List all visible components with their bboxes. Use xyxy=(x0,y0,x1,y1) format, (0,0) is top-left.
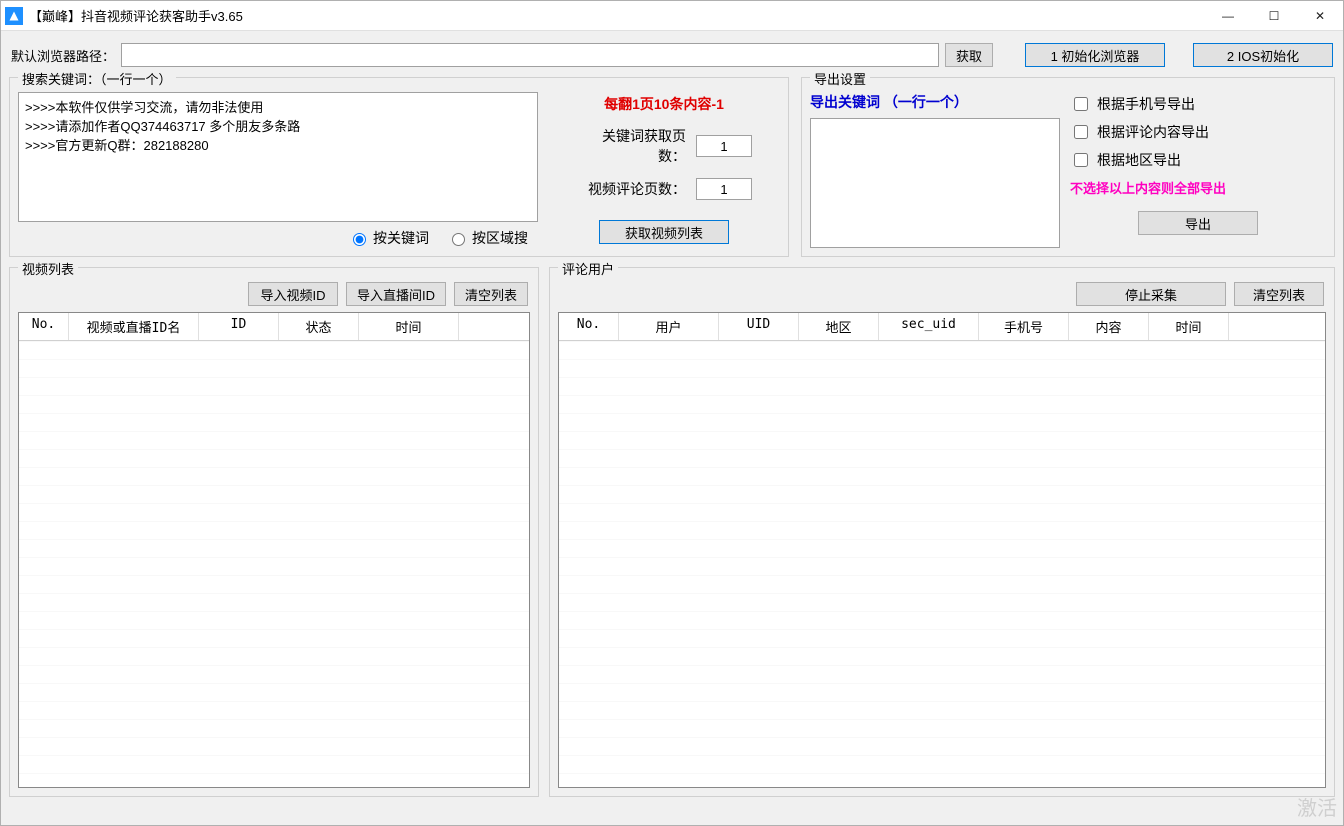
video-list-header: No.视频或直播ID名ID状态时间 xyxy=(19,313,529,341)
search-group: 搜索关键词：（一行一个） 按关键词 按区域搜 xyxy=(9,77,789,257)
client-area: 默认浏览器路径： 获取 1 初始化浏览器 2 IOS初始化 搜索关键词：（一行一… xyxy=(1,31,1343,825)
comment-pages-input[interactable] xyxy=(696,178,752,200)
search-legend: 搜索关键词：（一行一个） xyxy=(18,69,176,88)
column-header[interactable]: No. xyxy=(19,313,69,340)
init-ios-button[interactable]: 2 IOS初始化 xyxy=(1193,43,1333,67)
minimize-button[interactable]: — xyxy=(1205,1,1251,31)
export-keyword-textarea[interactable] xyxy=(810,118,1060,248)
fetch-video-list-button[interactable]: 获取视频列表 xyxy=(599,220,729,244)
cb-by-region[interactable]: 根据地区导出 xyxy=(1070,150,1326,170)
browser-path-label: 默认浏览器路径： xyxy=(11,46,115,65)
radio-by-keyword-input[interactable] xyxy=(353,233,366,246)
column-header[interactable]: 视频或直播ID名 xyxy=(69,313,199,340)
column-header[interactable]: 地区 xyxy=(799,313,879,340)
radio-by-region-input[interactable] xyxy=(452,233,465,246)
close-button[interactable]: ✕ xyxy=(1297,1,1343,31)
export-kw-label: 导出关键词 （一行一个） xyxy=(810,92,1060,112)
keyword-textarea[interactable] xyxy=(18,92,538,222)
column-header[interactable]: ID xyxy=(199,313,279,340)
column-header[interactable]: 手机号 xyxy=(979,313,1069,340)
comment-list-header: No.用户UID地区sec_uid手机号内容时间 xyxy=(559,313,1325,341)
comment-pages-label: 视频评论页数： xyxy=(576,179,686,199)
browser-path-input[interactable] xyxy=(121,43,939,67)
video-list-legend: 视频列表 xyxy=(18,259,78,278)
comment-list-body xyxy=(559,341,1325,788)
comment-listview[interactable]: No.用户UID地区sec_uid手机号内容时间 xyxy=(558,312,1326,788)
column-header[interactable]: 内容 xyxy=(1069,313,1149,340)
column-header[interactable]: 时间 xyxy=(1149,313,1229,340)
export-group: 导出设置 导出关键词 （一行一个） 根据手机号导出 根据评论内容导出 xyxy=(801,77,1335,257)
column-header[interactable]: 用户 xyxy=(619,313,719,340)
clear-comment-list-button[interactable]: 清空列表 xyxy=(1234,282,1324,306)
radio-by-region[interactable]: 按区域搜 xyxy=(447,228,528,248)
app-window: 【巅峰】抖音视频评论获客助手v3.65 — ☐ ✕ 默认浏览器路径： 获取 1 … xyxy=(0,0,1344,826)
import-video-id-button[interactable]: 导入视频ID xyxy=(248,282,338,306)
kw-pages-label: 关键词获取页数： xyxy=(576,126,686,166)
cb-by-phone-input[interactable] xyxy=(1074,97,1088,111)
column-header[interactable]: sec_uid xyxy=(879,313,979,340)
app-icon xyxy=(5,7,23,25)
kw-pages-input[interactable] xyxy=(696,135,752,157)
export-legend: 导出设置 xyxy=(810,69,870,88)
video-list-body xyxy=(19,341,529,788)
cb-by-content[interactable]: 根据评论内容导出 xyxy=(1070,122,1326,142)
titlebar: 【巅峰】抖音视频评论获客助手v3.65 — ☐ ✕ xyxy=(1,1,1343,31)
column-header[interactable]: 时间 xyxy=(359,313,459,340)
init-browser-button[interactable]: 1 初始化浏览器 xyxy=(1025,43,1165,67)
export-button[interactable]: 导出 xyxy=(1138,211,1258,235)
import-live-id-button[interactable]: 导入直播间ID xyxy=(346,282,446,306)
video-listview[interactable]: No.视频或直播ID名ID状态时间 xyxy=(18,312,530,788)
cb-by-content-input[interactable] xyxy=(1074,125,1088,139)
comment-list-legend: 评论用户 xyxy=(558,259,618,278)
cb-by-phone[interactable]: 根据手机号导出 xyxy=(1070,94,1326,114)
get-path-button[interactable]: 获取 xyxy=(945,43,993,67)
middle-row: 搜索关键词：（一行一个） 按关键词 按区域搜 xyxy=(9,77,1335,257)
column-header[interactable]: UID xyxy=(719,313,799,340)
bottom-row: 视频列表 导入视频ID 导入直播间ID 清空列表 No.视频或直播ID名ID状态… xyxy=(9,267,1335,797)
cb-by-region-input[interactable] xyxy=(1074,153,1088,167)
column-header[interactable]: No. xyxy=(559,313,619,340)
window-title: 【巅峰】抖音视频评论获客助手v3.65 xyxy=(29,6,243,25)
maximize-button[interactable]: ☐ xyxy=(1251,1,1297,31)
comment-list-group: 评论用户 停止采集 清空列表 No.用户UID地区sec_uid手机号内容时间 xyxy=(549,267,1335,797)
top-toolbar: 默认浏览器路径： 获取 1 初始化浏览器 2 IOS初始化 xyxy=(9,39,1335,77)
clear-video-list-button[interactable]: 清空列表 xyxy=(454,282,528,306)
paging-tip: 每翻1页10条内容-1 xyxy=(604,94,724,114)
radio-by-keyword[interactable]: 按关键词 xyxy=(348,228,429,248)
video-list-group: 视频列表 导入视频ID 导入直播间ID 清空列表 No.视频或直播ID名ID状态… xyxy=(9,267,539,797)
export-tip: 不选择以上内容则全部导出 xyxy=(1070,178,1326,197)
column-header[interactable]: 状态 xyxy=(279,313,359,340)
stop-collect-button[interactable]: 停止采集 xyxy=(1076,282,1226,306)
